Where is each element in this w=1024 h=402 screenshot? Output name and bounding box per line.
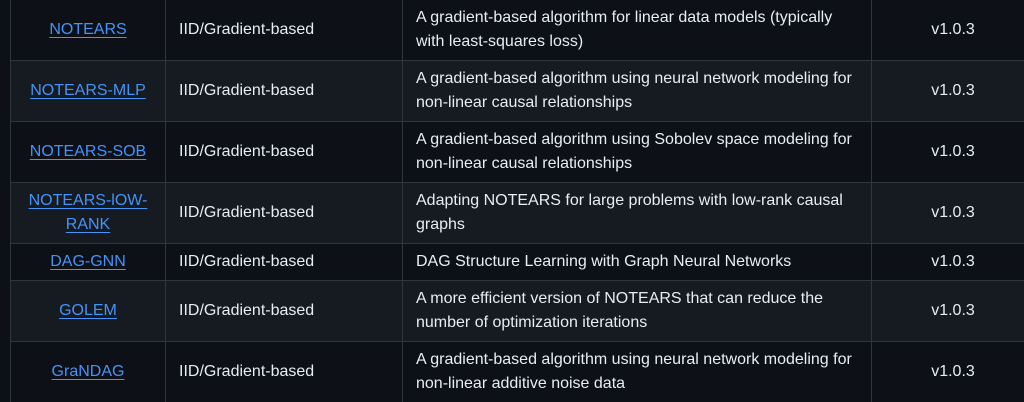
version-cell: v1.0.3 bbox=[871, 341, 1024, 402]
algorithm-name-cell: GraNDAG bbox=[10, 341, 166, 402]
table-row: GOLEM IID/Gradient-based A more efficien… bbox=[10, 280, 1024, 342]
algorithm-link-grandag[interactable]: GraNDAG bbox=[52, 363, 125, 380]
category-cell: IID/Gradient-based bbox=[165, 341, 403, 402]
table-row: NOTEARS IID/Gradient-based A gradient-ba… bbox=[10, 0, 1024, 61]
algorithms-table: NOTEARS IID/Gradient-based A gradient-ba… bbox=[10, 0, 1024, 402]
algorithm-link-notears[interactable]: NOTEARS bbox=[49, 21, 126, 38]
algorithm-name-cell: NOTEARS-lOW-RANK bbox=[10, 182, 166, 244]
category-cell: IID/Gradient-based bbox=[165, 0, 403, 61]
algorithm-name-cell: NOTEARS bbox=[10, 0, 166, 61]
algorithm-name-cell: NOTEARS-MLP bbox=[10, 60, 166, 122]
description-cell: A gradient-based algorithm using neural … bbox=[402, 60, 872, 122]
algorithm-name-cell: NOTEARS-SOB bbox=[10, 121, 166, 183]
category-cell: IID/Gradient-based bbox=[165, 121, 403, 183]
version-cell: v1.0.3 bbox=[871, 182, 1024, 244]
description-cell: Adapting NOTEARS for large problems with… bbox=[402, 182, 872, 244]
table-row: DAG-GNN IID/Gradient-based DAG Structure… bbox=[10, 243, 1024, 281]
table-row: GraNDAG IID/Gradient-based A gradient-ba… bbox=[10, 341, 1024, 402]
table-row: NOTEARS-lOW-RANK IID/Gradient-based Adap… bbox=[10, 182, 1024, 244]
category-cell: IID/Gradient-based bbox=[165, 243, 403, 281]
category-cell: IID/Gradient-based bbox=[165, 60, 403, 122]
algorithm-link-golem[interactable]: GOLEM bbox=[59, 302, 117, 319]
description-cell: DAG Structure Learning with Graph Neural… bbox=[402, 243, 872, 281]
algorithm-link-notears-low-rank[interactable]: NOTEARS-lOW-RANK bbox=[29, 192, 148, 233]
version-cell: v1.0.3 bbox=[871, 0, 1024, 61]
algorithm-link-notears-sob[interactable]: NOTEARS-SOB bbox=[30, 143, 146, 160]
algorithm-name-cell: DAG-GNN bbox=[10, 243, 166, 281]
table-row: NOTEARS-SOB IID/Gradient-based A gradien… bbox=[10, 121, 1024, 183]
description-cell: A gradient-based algorithm for linear da… bbox=[402, 0, 872, 61]
algorithms-table-container: NOTEARS IID/Gradient-based A gradient-ba… bbox=[10, 0, 1024, 402]
category-cell: IID/Gradient-based bbox=[165, 280, 403, 342]
algorithm-link-dag-gnn[interactable]: DAG-GNN bbox=[50, 253, 126, 270]
description-cell: A more efficient version of NOTEARS that… bbox=[402, 280, 872, 342]
version-cell: v1.0.3 bbox=[871, 243, 1024, 281]
algorithm-name-cell: GOLEM bbox=[10, 280, 166, 342]
version-cell: v1.0.3 bbox=[871, 121, 1024, 183]
category-cell: IID/Gradient-based bbox=[165, 182, 403, 244]
algorithm-link-notears-mlp[interactable]: NOTEARS-MLP bbox=[30, 82, 146, 99]
description-cell: A gradient-based algorithm using neural … bbox=[402, 341, 872, 402]
version-cell: v1.0.3 bbox=[871, 60, 1024, 122]
version-cell: v1.0.3 bbox=[871, 280, 1024, 342]
description-cell: A gradient-based algorithm using Sobolev… bbox=[402, 121, 872, 183]
table-row: NOTEARS-MLP IID/Gradient-based A gradien… bbox=[10, 60, 1024, 122]
